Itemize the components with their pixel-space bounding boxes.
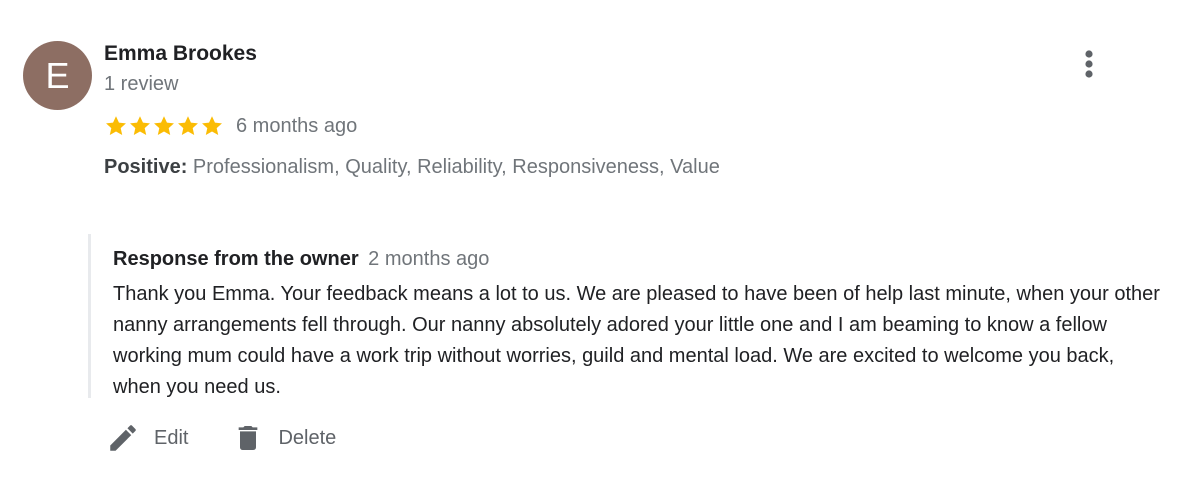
positive-attributes: Positive: Professionalism, Quality, Reli… xyxy=(104,154,720,180)
pencil-icon xyxy=(110,425,136,451)
positive-values: Professionalism, Quality, Reliability, R… xyxy=(192,156,720,178)
delete-button[interactable]: Delete xyxy=(232,420,336,456)
positive-label: Positive: xyxy=(104,156,188,178)
star-icon xyxy=(154,116,174,135)
star-icon xyxy=(130,116,150,135)
more-options-button[interactable] xyxy=(1074,46,1104,86)
rating-row: 6 months ago xyxy=(104,112,357,140)
delete-label: Delete xyxy=(278,427,337,449)
review-card: E Emma Brookes 1 review 6 months ago Pos… xyxy=(0,0,1200,504)
owner-response-text: Thank you Emma. Your feedback means a lo… xyxy=(113,283,1160,398)
reviewer-name[interactable]: Emma Brookes xyxy=(104,42,257,66)
edit-label: Edit xyxy=(154,427,189,449)
review-actions: Edit Delete xyxy=(106,420,380,456)
star-icon xyxy=(178,116,198,135)
star-icon xyxy=(106,116,126,135)
edit-button[interactable]: Edit xyxy=(106,420,188,456)
owner-response-title: Response from the owner xyxy=(113,248,359,270)
review-count: 1 review xyxy=(104,73,179,95)
avatar[interactable]: E xyxy=(23,41,92,110)
review-time: 6 months ago xyxy=(236,115,358,137)
owner-response: Response from the owner 2 months ago Tha… xyxy=(88,234,1171,398)
more-vert-icon xyxy=(1085,50,1093,78)
star-rating xyxy=(104,114,224,138)
owner-response-header: Response from the owner 2 months ago xyxy=(113,246,489,272)
owner-response-time: 2 months ago xyxy=(368,248,490,270)
trash-icon xyxy=(239,426,258,450)
star-icon xyxy=(202,116,222,135)
